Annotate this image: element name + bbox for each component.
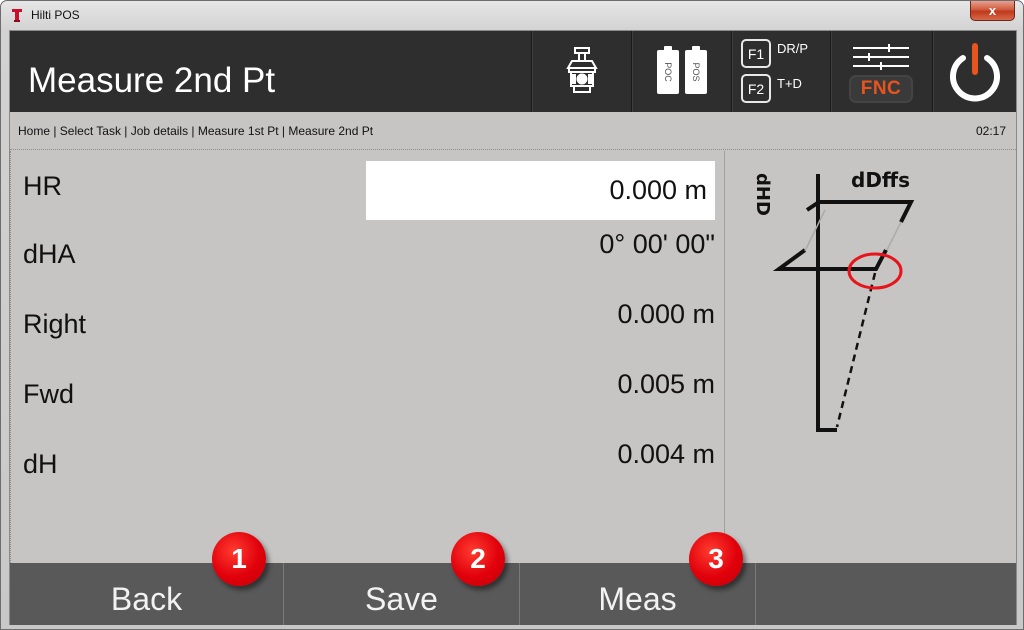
f1-key-badge: F1 [741,39,771,68]
function-keys: F1 DR/P F2 T+D [731,31,830,112]
breadcrumb: Home | Select Task | Job details | Measu… [18,124,374,138]
page-title: Measure 2nd Pt [28,61,276,100]
empty-softkey[interactable] [756,563,1016,625]
diagram-panel: dHD dDffs [724,151,1016,563]
breadcrumb-bar: Home | Select Task | Job details | Measu… [10,112,1016,150]
hilti-app-icon [12,9,22,22]
field-label: dHA [23,239,76,269]
battery-status[interactable]: POC POS [631,31,731,112]
window-close-button[interactable]: x [970,1,1015,21]
header-bar: Measure 2nd Pt POC POS F1 DR/P F2 T+D FN… [10,31,1016,112]
field-value: 0.000 m [617,299,715,329]
battery-poc-icon: POC [656,45,679,94]
fnc-button[interactable]: FNC [830,31,932,112]
fnc-label: FNC [849,75,913,103]
field-label: dH [23,449,58,479]
field-label: Right [23,309,87,339]
field-label: Fwd [23,379,75,409]
f1-key-label: DR/P [777,41,809,56]
diagram-label-vertical: dHD [752,173,773,216]
field-row-dh: dH 0.004 m [11,431,725,491]
f2-key[interactable]: F2 T+D [741,74,802,103]
app-window: Hilti POS x Measure 2nd Pt POC POS F1 DR… [0,0,1024,630]
field-label: HR [23,171,62,201]
sliders-icon [853,44,909,70]
close-icon: x [988,3,997,18]
app-client-area: Measure 2nd Pt POC POS F1 DR/P F2 T+D FN… [9,30,1017,625]
window-title: Hilti POS [31,8,80,22]
power-button[interactable] [932,31,1016,112]
power-icon [949,42,1000,101]
battery-pos-icon: POS [684,45,707,94]
diagram-dashed-line [835,272,877,428]
clock-time: 02:17 [975,124,1006,138]
field-row-right: Right 0.000 m [11,291,725,351]
f2-key-label: T+D [777,76,802,91]
instrument-status-button[interactable] [531,31,631,112]
f2-key-badge: F2 [741,74,771,103]
footer-toolbar: Back Save Meas [10,563,1016,625]
callout-marker-1: 1 [212,532,266,586]
offset-diagram: dHD dDffs [752,168,915,432]
title-bar: Hilti POS x [1,1,1023,29]
hr-input[interactable] [366,161,715,220]
measurement-fields: HR dHA 0° 00' 00" Right 0.000 m Fwd 0.00… [10,151,724,563]
field-row-fwd: Fwd 0.005 m [11,361,725,421]
field-value: 0° 00' 00" [599,229,715,259]
field-row-dha: dHA 0° 00' 00" [11,221,725,281]
callout-marker-3: 3 [689,532,743,586]
diagram-label-horizontal: dDffs [851,168,910,192]
callout-marker-2: 2 [451,532,505,586]
field-value: 0.004 m [617,439,715,469]
field-value: 0.005 m [617,369,715,399]
field-row-hr: HR [11,151,725,220]
total-station-icon [565,46,598,93]
f1-key[interactable]: F1 DR/P [741,39,808,68]
